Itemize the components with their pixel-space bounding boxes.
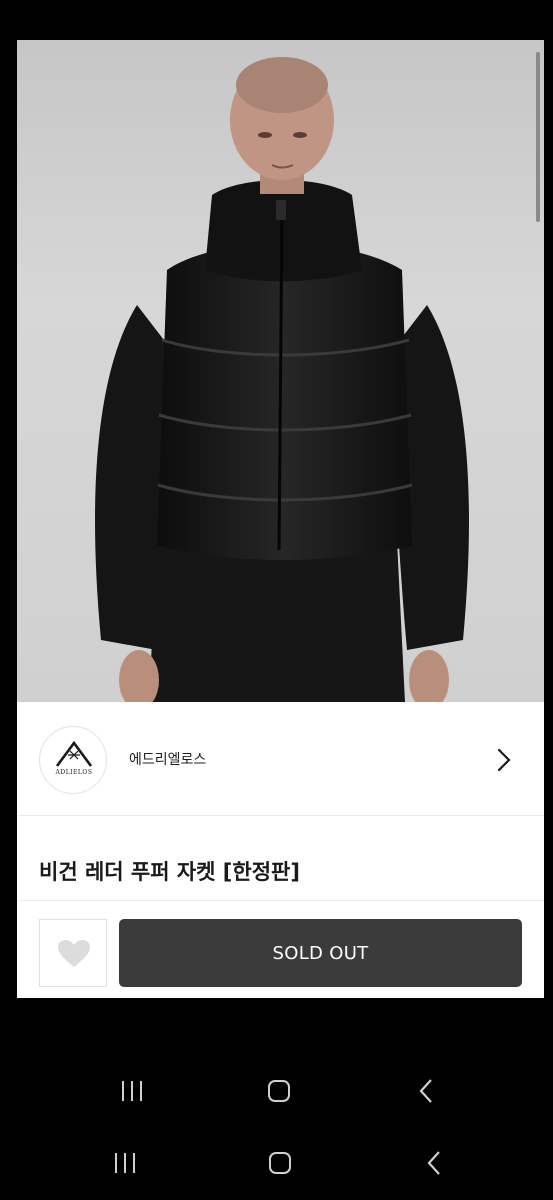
back-icon[interactable] xyxy=(420,1148,450,1178)
product-card: ADLIELOS 에드리엘로스 비건 레더 푸퍼 자켓 [한정판] SOLD O… xyxy=(17,40,544,998)
home-icon[interactable] xyxy=(264,1076,294,1106)
heart-icon xyxy=(58,940,90,967)
product-title: 비건 레더 푸퍼 자켓 [한정판] xyxy=(39,860,300,884)
brand-logo-text: ADLIELOS xyxy=(55,769,93,776)
back-icon[interactable] xyxy=(412,1076,442,1106)
like-button[interactable] xyxy=(39,919,107,987)
recent-apps-icon[interactable] xyxy=(117,1076,147,1106)
brand-row[interactable]: ADLIELOS 에드리엘로스 xyxy=(17,702,544,816)
title-row: 비건 레더 푸퍼 자켓 [한정판] xyxy=(17,816,544,901)
recent-apps-icon[interactable] xyxy=(110,1148,140,1178)
chevron-right-icon[interactable] xyxy=(495,746,513,774)
product-photo-illustration xyxy=(95,57,469,702)
system-nav-bar xyxy=(0,1132,553,1192)
brand-logo-icon xyxy=(55,741,93,767)
product-image[interactable] xyxy=(17,40,544,702)
brand-logo[interactable]: ADLIELOS xyxy=(39,726,107,794)
sold-out-button[interactable]: SOLD OUT xyxy=(119,919,522,987)
home-icon[interactable] xyxy=(265,1148,295,1178)
system-nav-bar xyxy=(0,1060,553,1120)
brand-name[interactable]: 에드리엘로스 xyxy=(129,749,206,769)
image-scrollbar[interactable] xyxy=(536,52,540,222)
